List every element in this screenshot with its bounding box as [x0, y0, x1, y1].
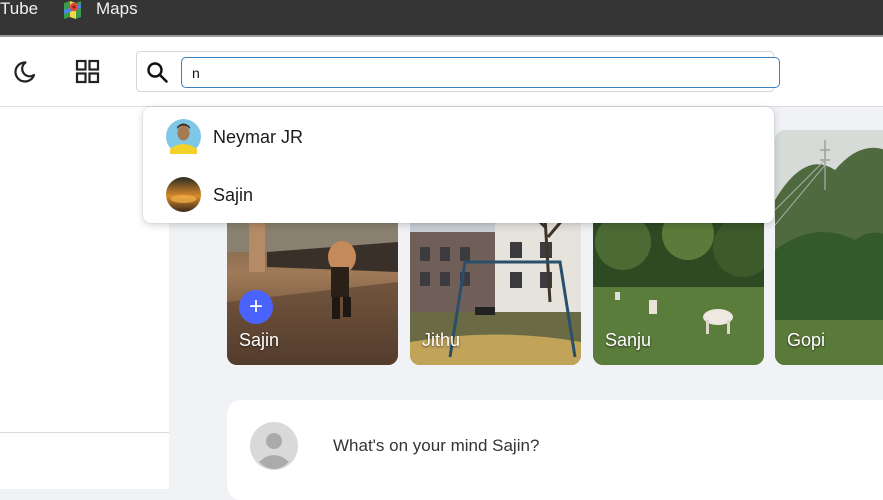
- story-name: Sajin: [239, 330, 280, 350]
- user-avatar-icon: [250, 422, 298, 470]
- search-result-name: Sajin: [213, 185, 254, 205]
- story-card[interactable]: + Sajin: [227, 212, 398, 365]
- top-header: [0, 37, 883, 107]
- search-bar: [136, 51, 780, 92]
- search-input[interactable]: [181, 57, 780, 88]
- bookmarks-bar: Tube Maps: [0, 0, 883, 35]
- search-result-name: Neymar JR: [213, 127, 304, 147]
- bookmark-maps[interactable]: Maps: [96, 0, 138, 18]
- moon-icon[interactable]: [10, 58, 38, 86]
- composer-prompt[interactable]: What's on your mind Sajin?: [333, 436, 539, 456]
- search-result-item[interactable]: Sajin: [143, 167, 774, 223]
- story-card[interactable]: Sanju: [593, 212, 764, 365]
- story-card[interactable]: Jithu: [410, 212, 581, 365]
- post-composer: What's on your mind Sajin?: [227, 400, 883, 500]
- sidebar-divider: [0, 432, 169, 433]
- avatar-neymar: [166, 119, 201, 154]
- story-name: Gopi: [787, 330, 826, 350]
- avatar-sajin: [166, 177, 201, 212]
- search-result-item[interactable]: Neymar JR: [143, 109, 774, 165]
- search-icon[interactable]: [145, 60, 169, 84]
- bookmark-tube[interactable]: Tube: [0, 0, 38, 18]
- story-name: Sanju: [605, 330, 652, 350]
- grid-icon[interactable]: [74, 58, 102, 86]
- google-maps-icon[interactable]: [62, 0, 82, 20]
- story-name: Jithu: [422, 330, 461, 350]
- search-results-dropdown: Neymar JR Sajin: [143, 107, 774, 223]
- add-story-button[interactable]: +: [239, 290, 273, 324]
- story-card[interactable]: Gopi: [775, 130, 883, 365]
